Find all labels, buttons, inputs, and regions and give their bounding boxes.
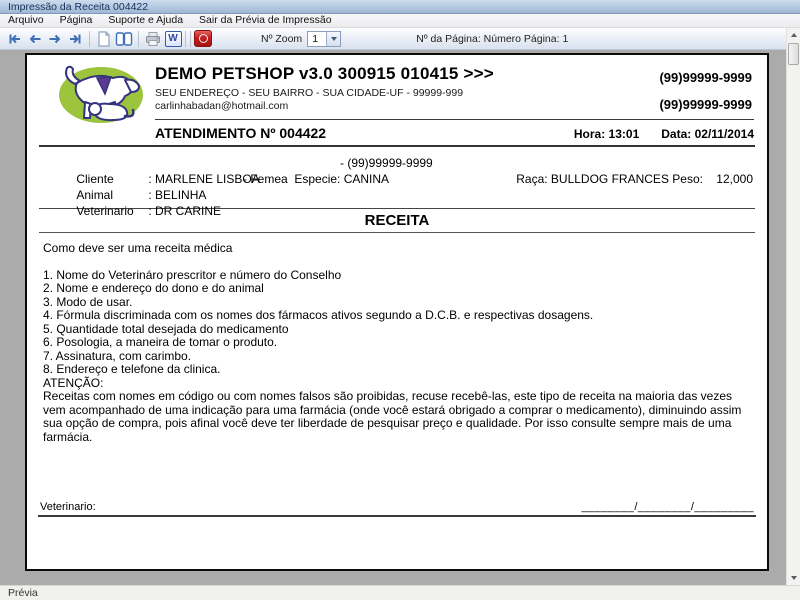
list-item: 3. Modo de usar.	[43, 296, 753, 310]
receita-list: 1. Nome do Veterináro prescritor e númer…	[43, 269, 753, 445]
document-header: DEMO PETSHOP v3.0 300915 010415 >>> SEU …	[40, 61, 754, 145]
section-divider	[39, 145, 755, 147]
single-page-view-button[interactable]	[95, 30, 113, 47]
last-page-icon	[67, 31, 83, 47]
client-phone: - (99)99999-9999	[340, 155, 433, 171]
word-icon: W	[165, 31, 182, 47]
signature-date-line: ________/________/_________	[581, 501, 754, 513]
section-divider	[39, 232, 755, 233]
zoom-label: Nº Zoom	[261, 33, 302, 45]
attendance-date: Data: 02/11/2014	[661, 127, 754, 141]
scroll-down-icon	[791, 576, 797, 580]
document-page: DEMO PETSHOP v3.0 300915 010415 >>> SEU …	[25, 53, 769, 571]
list-item: 7. Assinatura, com carimbo.	[43, 350, 753, 364]
menu-pagina[interactable]: Página	[52, 14, 101, 27]
footer-divider	[38, 515, 756, 517]
chevron-down-icon	[331, 37, 337, 41]
shop-phone-2: (99)99999-9999	[659, 97, 752, 112]
status-bar: Prévia	[0, 585, 800, 600]
petshop-logo	[55, 62, 147, 126]
vertical-scrollbar[interactable]	[786, 28, 800, 585]
animal-breed-weight: Raça: BULLDOG FRANCES Peso: 12,000	[516, 171, 753, 187]
attendance-row: ATENDIMENTO Nº 004422 Hora: 13:01 Data: …	[155, 125, 754, 141]
list-item: 2. Nome e endereço do dono e do animal	[43, 282, 753, 296]
animal-details: - Femea Especie: CANINA	[243, 171, 389, 187]
list-item: 1. Nome do Veterináro prescritor e númer…	[43, 269, 753, 283]
menu-sair-previa[interactable]: Sair da Prévia de Impressão	[191, 14, 339, 27]
next-page-button[interactable]	[46, 30, 64, 47]
next-page-icon	[47, 31, 63, 47]
printer-icon	[145, 31, 161, 47]
two-page-view-button[interactable]	[115, 30, 133, 47]
vet-label: Veterinario	[76, 203, 148, 219]
toolbar: W Nº Zoom 1 Nº da Página: Número Página:…	[0, 28, 786, 50]
vet-name: : DR CARINE	[148, 204, 221, 218]
scroll-up-button[interactable]	[787, 28, 800, 42]
toolbar-separator	[89, 31, 90, 47]
window-title: Impressão da Receita 004422	[0, 0, 800, 14]
scroll-down-button[interactable]	[787, 571, 800, 585]
receita-intro: Como deve ser uma receita médica	[43, 242, 753, 256]
menu-arquivo[interactable]: Arquivo	[0, 14, 52, 27]
first-page-button[interactable]	[6, 30, 24, 47]
exit-preview-button[interactable]	[194, 30, 212, 47]
zoom-value: 1	[308, 33, 326, 45]
export-word-button[interactable]: W	[164, 30, 182, 47]
document-footer: Veterinario: ________/________/_________	[40, 501, 754, 513]
vet-row: Veterinario: DR CARINE	[43, 187, 753, 203]
print-button[interactable]	[144, 30, 162, 47]
list-item: 8. Endereço e telefone da clinica.	[43, 363, 753, 377]
status-label: Prévia	[0, 586, 800, 600]
menu-bar: Arquivo Página Suporte e Ajuda Sair da P…	[0, 14, 800, 28]
shop-phone-1: (99)99999-9999	[659, 70, 752, 85]
list-item: 6. Posologia, a maneira de tomar o produ…	[43, 336, 753, 350]
scrollbar-thumb[interactable]	[788, 43, 799, 65]
toolbar-separator	[185, 31, 186, 47]
animal-row: Animal: BELINHA - Femea Especie: CANINA …	[43, 171, 753, 187]
first-page-icon	[7, 31, 23, 47]
client-row: Cliente: MARLENE LISBOA - (99)99999-9999	[43, 155, 753, 171]
single-page-icon	[97, 31, 111, 47]
footer-vet-label: Veterinario:	[40, 501, 96, 513]
two-pages-icon	[115, 31, 133, 47]
attendance-title: ATENDIMENTO Nº 004422	[155, 125, 326, 141]
prev-page-icon	[27, 31, 43, 47]
header-divider	[155, 119, 754, 120]
menu-suporte-ajuda[interactable]: Suporte e Ajuda	[100, 14, 191, 27]
preview-viewport[interactable]: DEMO PETSHOP v3.0 300915 010415 >>> SEU …	[0, 50, 786, 585]
toolbar-separator	[190, 31, 191, 47]
list-item: 4. Fórmula discriminada com os nomes dos…	[43, 309, 753, 323]
zoom-dropdown[interactable]: 1	[307, 31, 341, 47]
toolbar-separator	[138, 31, 139, 47]
attendance-time: Hora: 13:01	[574, 127, 639, 141]
attention-label: ATENÇÃO:	[43, 377, 753, 391]
scroll-up-icon	[791, 33, 797, 37]
zoom-dropdown-button[interactable]	[326, 32, 340, 46]
receita-warning: Receitas com nomes em código ou com nome…	[43, 390, 753, 444]
title-bar: Impressão da Receita 004422	[0, 0, 800, 14]
client-info: Cliente: MARLENE LISBOA - (99)99999-9999…	[43, 155, 753, 203]
prev-page-button[interactable]	[26, 30, 44, 47]
app-window: Impressão da Receita 004422 Arquivo Pági…	[0, 0, 800, 600]
last-page-button[interactable]	[66, 30, 84, 47]
page-number-info: Nº da Página: Número Página: 1	[416, 33, 568, 45]
power-icon	[194, 30, 212, 47]
list-item: 5. Quantidade total desejada do medicame…	[43, 323, 753, 337]
